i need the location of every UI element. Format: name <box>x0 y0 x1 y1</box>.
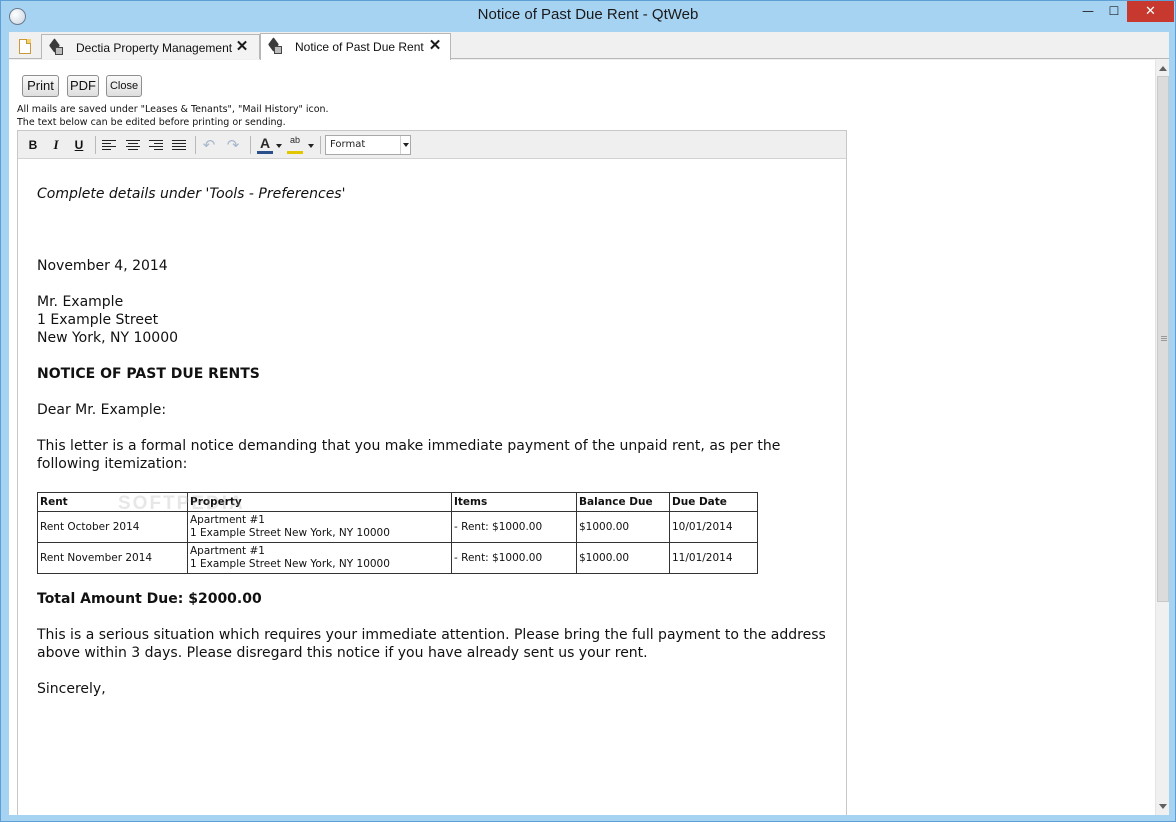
highlight-color-icon[interactable]: ab <box>286 135 304 155</box>
preferences-note: Complete details under 'Tools - Preferen… <box>37 186 346 202</box>
total-amount-due: Total Amount Due: $2000.00 <box>37 591 262 607</box>
property-address: 1 Example Street New York, NY 10000 <box>190 558 390 570</box>
chevron-down-icon[interactable] <box>400 136 410 154</box>
property-address: 1 Example Street New York, NY 10000 <box>190 527 390 539</box>
cell-rent: Rent October 2014 <box>37 511 188 543</box>
format-select[interactable]: Format <box>325 135 411 155</box>
toolbar-separator <box>95 136 96 154</box>
highlight-dropdown-icon[interactable] <box>308 144 314 148</box>
underline-button[interactable]: U <box>69 136 89 154</box>
tab-bar: Dectia Property Management ✕ Notice of P… <box>9 32 1169 60</box>
tab-dectia-property-management[interactable]: Dectia Property Management ✕ <box>41 34 260 59</box>
font-color-icon[interactable]: A <box>256 135 274 155</box>
cell-property: Apartment #1 1 Example Street New York, N… <box>187 511 452 543</box>
window-title: Notice of Past Due Rent - QtWeb <box>477 6 699 23</box>
recipient-name: Mr. Example <box>37 294 124 310</box>
grip-icon <box>1161 336 1167 337</box>
cell-balance-due: $1000.00 <box>576 542 670 574</box>
urgency-paragraph-line: above within 3 days. Please disregard th… <box>37 645 648 661</box>
close-window-button[interactable]: ✕ <box>1127 1 1174 22</box>
align-right-icon[interactable] <box>149 140 163 151</box>
closing: Sincerely, <box>37 681 106 697</box>
tab-close-icon[interactable]: ✕ <box>234 38 250 56</box>
recipient-city: New York, NY 10000 <box>37 330 179 346</box>
align-justify-icon[interactable] <box>172 140 186 151</box>
table-row: Rent November 2014 Apartment #1 1 Example… <box>37 542 758 574</box>
column-header-items: Items <box>451 492 577 512</box>
cell-property: Apartment #1 1 Example Street New York, N… <box>187 542 452 574</box>
editable-note: The text below can be edited before prin… <box>17 117 286 128</box>
property-unit: Apartment #1 <box>190 514 265 526</box>
editor-toolbar: B I U ↶ ↷ A ab Format <box>18 131 846 159</box>
salutation: Dear Mr. Example: <box>37 402 167 418</box>
title-bar[interactable]: Notice of Past Due Rent - QtWeb — ☐ ✕ <box>1 1 1175 32</box>
new-tab-button[interactable] <box>12 35 40 59</box>
new-document-icon <box>19 39 31 54</box>
pdf-button[interactable]: PDF <box>67 75 99 97</box>
table-row: Rent October 2014 Apartment #1 1 Example … <box>37 511 758 543</box>
column-header-due-date: Due Date <box>669 492 758 512</box>
urgency-paragraph-line: This is a serious situation which requir… <box>37 627 826 643</box>
align-center-icon[interactable] <box>126 140 140 151</box>
app-window: Notice of Past Due Rent - QtWeb — ☐ ✕ De… <box>0 0 1176 822</box>
tab-label: Dectia Property Management <box>76 41 233 55</box>
dectia-app-icon <box>267 40 282 54</box>
intro-paragraph-line: This letter is a formal notice demanding… <box>37 438 781 454</box>
bold-button[interactable]: B <box>23 136 43 154</box>
cell-items: - Rent: $1000.00 <box>451 511 577 543</box>
toolbar-separator <box>250 136 251 154</box>
align-left-icon[interactable] <box>102 140 116 151</box>
cell-due-date: 11/01/2014 <box>669 542 758 574</box>
cell-due-date: 10/01/2014 <box>669 511 758 543</box>
column-header-balance-due: Balance Due <box>576 492 670 512</box>
recipient-street: 1 Example Street <box>37 312 159 328</box>
vertical-scrollbar[interactable] <box>1155 60 1169 815</box>
print-button[interactable]: Print <box>22 75 59 97</box>
mail-history-note: All mails are saved under "Leases & Tena… <box>17 104 329 115</box>
tab-label: Notice of Past Due Rent <box>295 40 424 54</box>
property-unit: Apartment #1 <box>190 545 265 557</box>
italic-button[interactable]: I <box>46 136 66 154</box>
tab-notice-of-past-due-rent[interactable]: Notice of Past Due Rent ✕ <box>260 33 451 60</box>
minimize-button[interactable]: — <box>1075 1 1101 22</box>
cell-balance-due: $1000.00 <box>576 511 670 543</box>
dectia-app-icon <box>48 41 63 55</box>
browser-client-area: Dectia Property Management ✕ Notice of P… <box>9 32 1169 815</box>
letter-date: November 4, 2014 <box>37 258 168 274</box>
scrollbar-thumb[interactable] <box>1157 76 1169 602</box>
maximize-button[interactable]: ☐ <box>1101 1 1127 22</box>
scroll-up-arrow-icon[interactable] <box>1156 60 1170 76</box>
intro-paragraph-line: following itemization: <box>37 456 188 472</box>
toolbar-separator <box>195 136 196 154</box>
notice-heading: NOTICE OF PAST DUE RENTS <box>37 366 260 382</box>
font-color-dropdown-icon[interactable] <box>276 144 282 148</box>
close-button[interactable]: Close <box>106 75 142 97</box>
web-page: Print PDF Close All mails are saved unde… <box>9 60 1155 815</box>
cell-items: - Rent: $1000.00 <box>451 542 577 574</box>
toolbar-separator <box>320 136 321 154</box>
tab-close-icon[interactable]: ✕ <box>427 37 443 55</box>
format-select-value: Format <box>330 139 366 150</box>
watermark: SOFTPEDIA <box>118 493 245 514</box>
rich-text-editor[interactable]: B I U ↶ ↷ A ab Format Complete details u… <box>17 130 847 815</box>
redo-icon[interactable]: ↷ <box>224 136 242 154</box>
scroll-down-arrow-icon[interactable] <box>1156 799 1170 815</box>
undo-icon[interactable]: ↶ <box>200 136 218 154</box>
cell-rent: Rent November 2014 <box>37 542 188 574</box>
